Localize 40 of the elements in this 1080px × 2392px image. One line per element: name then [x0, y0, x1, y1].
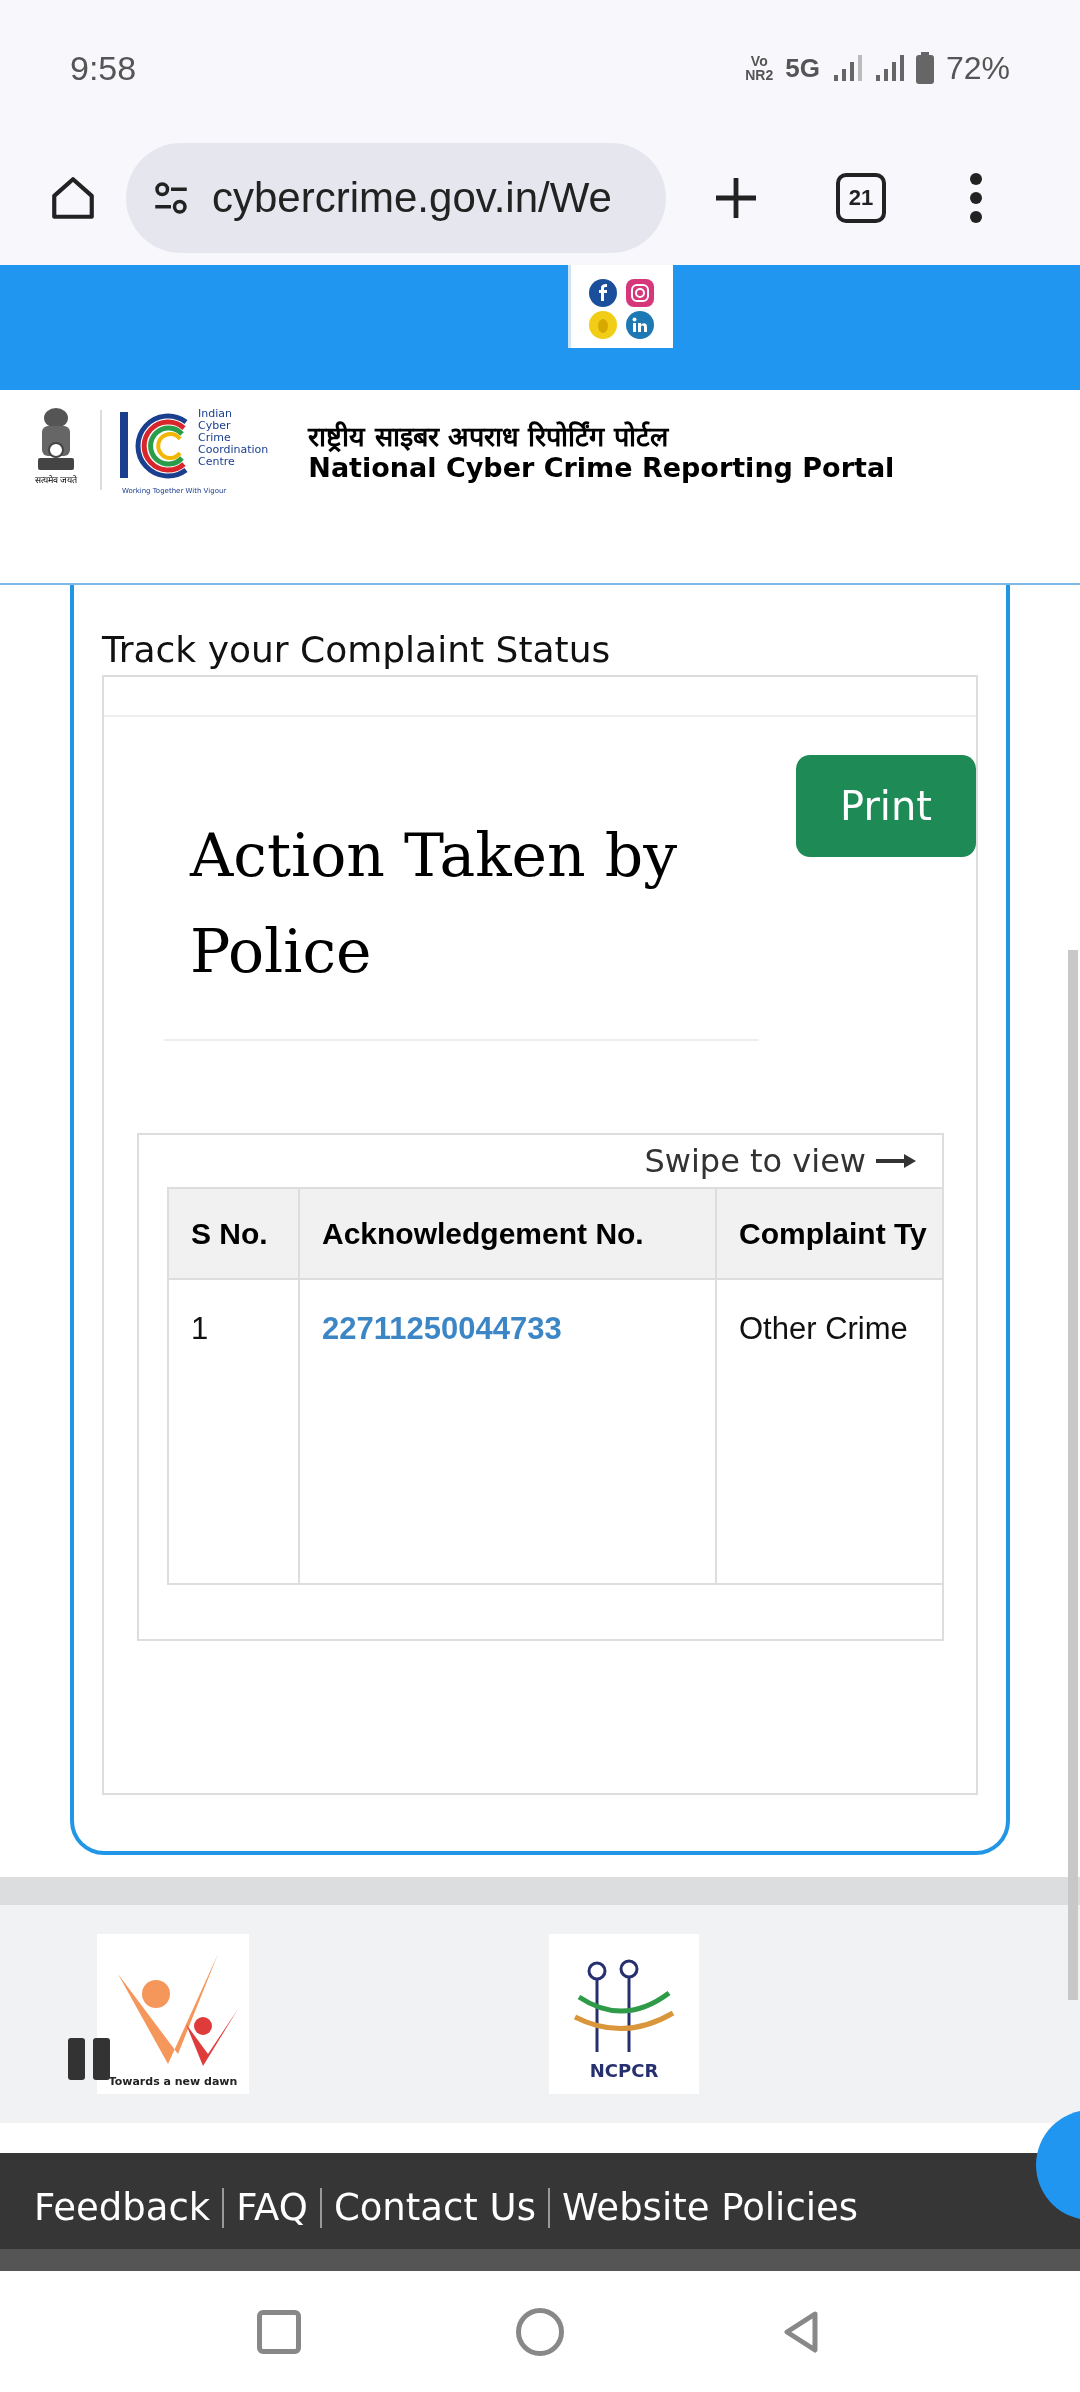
- page-heading: Action Taken by Police: [190, 819, 679, 988]
- section-title: Track your Complaint Status: [102, 628, 612, 672]
- acknowledgement-link[interactable]: 22711250044733: [322, 1311, 562, 1346]
- portal-title: National Cyber Crime Reporting Portal: [308, 452, 895, 484]
- print-button[interactable]: Print: [796, 755, 976, 857]
- footer-link[interactable]: Contact Us: [333, 2180, 536, 2236]
- arrow-right-icon: [876, 1153, 916, 1169]
- url-text: cybercrime.gov.in/We: [212, 173, 612, 223]
- table-cell: Other Crime: [715, 1280, 942, 1583]
- battery-percent: 72%: [945, 49, 1010, 88]
- volte-label: Vo NR2: [745, 54, 774, 82]
- emblem-motto: सत्यमेव जयते: [34, 474, 78, 487]
- portal-title-hindi: राष्ट्रीय साइबर अपराध रिपोर्टिंग पोर्टल: [308, 422, 671, 452]
- logo-caption: Towards a new dawn: [108, 2073, 238, 2090]
- pause-button[interactable]: [68, 2038, 110, 2080]
- linkedin-icon[interactable]: [625, 311, 654, 339]
- clock: 9:58: [70, 47, 137, 89]
- footer-link[interactable]: FAQ: [236, 2180, 308, 2236]
- instagram-icon[interactable]: [625, 279, 654, 307]
- swipe-hint: Swipe to view: [644, 1141, 866, 1182]
- column-header: Acknowledgement No.: [298, 1189, 715, 1278]
- menu-icon: [969, 172, 983, 223]
- signal-icon: [873, 53, 904, 83]
- tab-count-button[interactable]: 21: [836, 172, 886, 223]
- facebook-icon[interactable]: [588, 279, 617, 307]
- home-nav-button[interactable]: [516, 2307, 564, 2356]
- footer-link[interactable]: Website Policies: [561, 2180, 859, 2236]
- logo-caption: Indian Cyber Crime Coordination Centre: [198, 408, 269, 468]
- footer-link[interactable]: Feedback: [34, 2180, 211, 2236]
- battery-icon: [915, 52, 934, 84]
- network-label: 5G: [785, 51, 820, 85]
- partner-logo[interactable]: NCPCR: [549, 1934, 699, 2094]
- table-cell-text: 1: [190, 1310, 210, 1348]
- logo-caption: NCPCR: [589, 2059, 659, 2083]
- column-header: S No.: [190, 1216, 269, 1252]
- signal-icon: [831, 53, 862, 83]
- partner-logo[interactable]: Towards a new dawn: [97, 1934, 249, 2094]
- recents-button[interactable]: [257, 2309, 302, 2354]
- url-field[interactable]: cybercrime.gov.in/We: [126, 142, 666, 253]
- column-header: Complaint Ty: [715, 1189, 942, 1278]
